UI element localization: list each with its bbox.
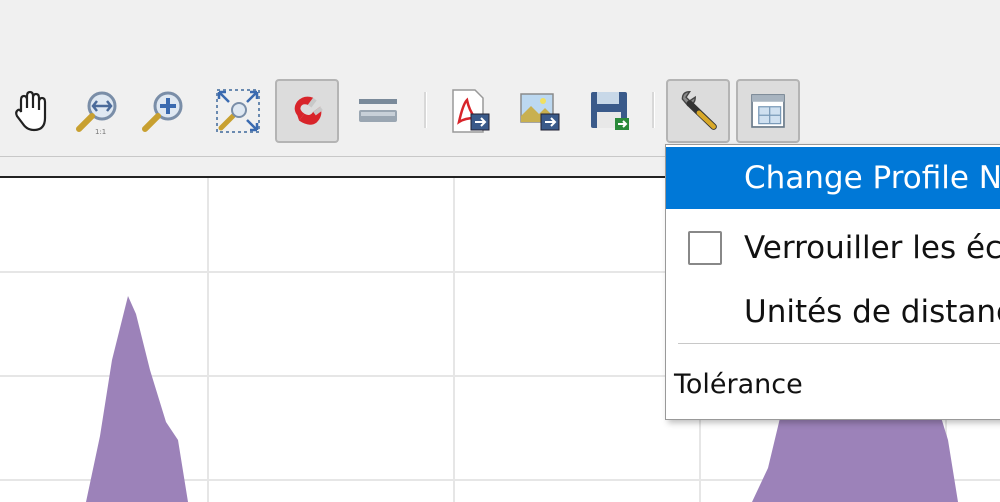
tolerance-label: Tolérance [674,369,803,400]
zoom-full-button[interactable]: 1:1 [66,79,130,143]
options-dropdown-menu: Change Profile Na Verrouiller les éch Un… [665,144,1000,420]
toolbar: 1:1 [0,0,1000,157]
menu-item-distance-units[interactable]: Unités de distanc [666,281,1000,343]
wrench-icon [681,90,717,130]
hand-pan-icon [15,90,47,132]
options-button[interactable] [666,79,730,143]
clear-layer-icon [359,99,397,122]
export-pdf-button[interactable] [438,79,502,143]
clear-button[interactable] [346,79,410,143]
menu-item-label: Unités de distanc [744,294,1000,330]
toolbar-separator [424,92,427,128]
profile-area-right [752,414,958,502]
toolbar-separator [652,92,655,128]
snapping-button[interactable] [275,79,339,143]
menu-separator [678,343,1000,344]
export-3d-button[interactable] [578,79,642,143]
profile-area-left [86,296,188,502]
zoom-in-button[interactable] [132,79,196,143]
zoom-full-extent-icon: 1:1 [76,91,117,136]
menu-item-change-profile-name[interactable]: Change Profile Na [666,147,1000,209]
save-disk-icon [591,92,629,130]
menu-item-label: Change Profile Na [744,160,1000,196]
zoom-in-icon [142,91,183,132]
window-dock-icon [751,94,785,128]
pan-button[interactable] [0,79,64,143]
menu-item-label: Verrouiller les éch [744,230,1000,266]
menu-item-lock-scales[interactable]: Verrouiller les éch [666,217,1000,279]
lock-scales-checkbox[interactable] [688,231,722,265]
image-export-icon [520,93,560,131]
export-image-button[interactable] [508,79,572,143]
svg-text:1:1: 1:1 [95,128,106,136]
reset-view-button[interactable] [206,79,270,143]
dock-button[interactable] [736,79,800,143]
pdf-export-icon [452,89,490,133]
reset-view-icon [216,89,260,133]
magnet-icon [294,96,323,125]
